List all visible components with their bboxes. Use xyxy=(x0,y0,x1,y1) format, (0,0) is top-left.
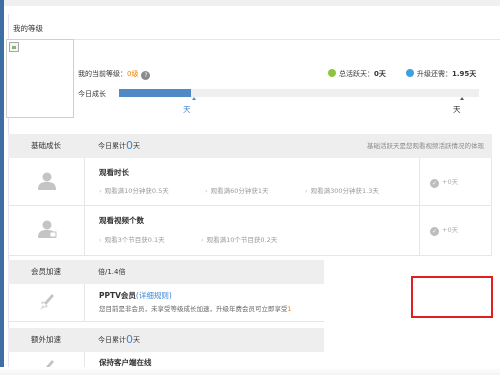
green-dot-icon xyxy=(328,69,336,77)
person-icon xyxy=(38,220,57,238)
row-watch-count: 观看视频个数 › 观看3个节目获0.1天 › 观看满10个节目获0.2天 ✓ +0天 xyxy=(8,206,492,256)
broken-image-icon xyxy=(9,42,19,52)
card-header: 我的等级 xyxy=(9,14,500,40)
basic-total-suffix: 天 xyxy=(133,142,140,150)
row-vip-title: PPTV会员(详细规则) xyxy=(99,291,172,300)
upgrade-label: 升级还需： xyxy=(417,70,452,78)
list-item: › 观看满10分钟获0.5天 xyxy=(99,187,169,195)
section-basic-growth: 基础成长 今日累计0天 基础活跃天是您观看视频活跃情况的体现 xyxy=(8,134,492,158)
card-title: 我的等级 xyxy=(13,24,43,33)
extra-total-suffix: 天 xyxy=(133,336,140,344)
row-watch-time-title: 观看时长 xyxy=(99,168,129,177)
list-item: › 观看满300分钟获1.3天 xyxy=(305,187,379,195)
current-level-value: 0级 xyxy=(127,70,139,78)
row-watch-time: 观看时长 › 观看满10分钟获0.5天 › 观看满60分钟获1天 › 观看满300分钟… xyxy=(8,158,492,206)
section-extra-title: 额外加速 xyxy=(31,335,61,344)
row-icon-cell xyxy=(9,284,85,321)
extra-total-prefix: 今日累计 xyxy=(98,336,126,344)
growth-progress-track xyxy=(119,89,479,97)
row-icon-cell xyxy=(9,158,85,205)
total-active-value: 0天 xyxy=(374,70,386,78)
upgrade-value: 1.95天 xyxy=(452,70,477,78)
question-circle-icon[interactable]: ? xyxy=(141,71,151,80)
left-rail xyxy=(0,0,4,375)
section-basic-total: 今日累计0天 xyxy=(98,134,140,158)
check-circle-icon: ✓ xyxy=(430,179,439,188)
progress-start-text: 天 xyxy=(183,105,191,114)
avatar xyxy=(6,39,74,118)
total-active-label: 总活跃天： xyxy=(339,70,374,78)
progress-end-text: 天 xyxy=(453,105,461,114)
upgrade-needed: 升级还需：1.95天 xyxy=(406,69,476,79)
growth-progress-fill xyxy=(119,89,191,97)
total-active-days: 总活跃天：0天 xyxy=(328,69,386,79)
basic-total-prefix: 今日累计 xyxy=(98,142,126,150)
blue-dot-icon xyxy=(406,69,414,77)
basic-total-value: 0 xyxy=(126,139,133,152)
check-circle-icon: ✓ xyxy=(430,227,439,236)
vip-rules-link[interactable]: (详细规则) xyxy=(136,291,172,300)
list-item: › 观看满10个节目获0.2天 xyxy=(201,236,278,244)
row-vip-description: 您目前是非会员，未享受等级成长加速，升级年费会员可立即享受1 xyxy=(99,305,292,313)
row-icon-cell xyxy=(9,206,85,255)
current-level: 我的当前等级：0级? xyxy=(78,69,151,80)
reward-badge: ✓ +0天 xyxy=(430,178,459,188)
list-item: › 观看3个节目获0.1天 xyxy=(99,236,165,244)
progress-end-marker xyxy=(460,97,464,100)
bottom-fade xyxy=(0,367,500,375)
reward-cell: ✓ +0天 xyxy=(419,158,491,205)
section-extra-total: 今日累计0天 xyxy=(98,328,140,352)
extra-total-value: 0 xyxy=(126,333,133,346)
person-icon xyxy=(38,172,56,190)
section-member-title: 会员加速 xyxy=(31,267,61,276)
reward-cell: ✓ +0天 xyxy=(419,206,491,255)
highlight-box xyxy=(411,276,493,318)
list-item: › 观看满60分钟获1天 xyxy=(205,187,269,195)
top-strip xyxy=(4,0,500,6)
section-member-acceleration: 会员加速 倍/1.4倍 xyxy=(8,260,324,284)
section-basic-note: 基础活跃天是您观看视频活跃情况的体现 xyxy=(367,142,484,150)
row-watch-count-title: 观看视频个数 xyxy=(99,216,144,225)
reward-badge: ✓ +0天 xyxy=(430,226,459,236)
section-extra-acceleration: 额外加速 今日累计0天 xyxy=(8,328,324,352)
rocket-icon xyxy=(40,294,54,310)
section-basic-title: 基础成长 xyxy=(31,141,61,150)
growth-label: 今日成长 xyxy=(78,90,106,98)
progress-marker xyxy=(192,97,196,100)
current-level-label: 我的当前等级： xyxy=(78,70,127,78)
section-member-multiplier: 倍/1.4倍 xyxy=(98,268,126,276)
row-vip: PPTV会员(详细规则) 您目前是非会员，未享受等级成长加速，升级年费会员可立即… xyxy=(8,284,324,322)
